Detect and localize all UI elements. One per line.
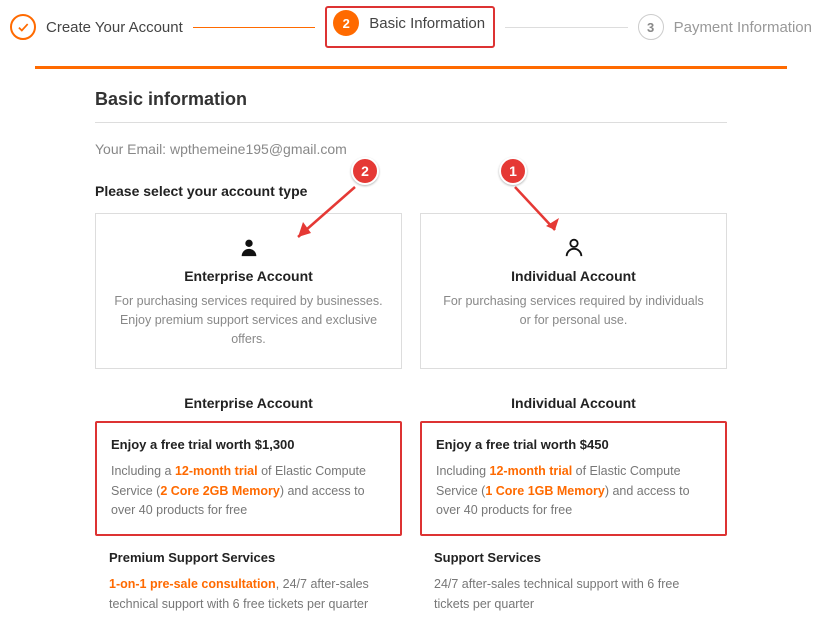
divider bbox=[95, 122, 727, 123]
wizard-connector bbox=[193, 27, 315, 28]
individual-trial-title: Enjoy a free trial worth $450 bbox=[436, 437, 711, 452]
annotation-badge-1: 1 bbox=[499, 157, 527, 185]
individual-card-desc: For purchasing services required by indi… bbox=[439, 292, 708, 330]
email-value: wpthemeine195@gmail.com bbox=[170, 141, 347, 157]
compare-enterprise-col: Enterprise Account Enjoy a free trial wo… bbox=[95, 395, 402, 628]
enterprise-card-desc: For purchasing services required by busi… bbox=[114, 292, 383, 348]
account-type-prompt: Please select your account type bbox=[95, 183, 727, 199]
annotation-arrow-2 bbox=[283, 182, 363, 252]
individual-support-desc: 24/7 after-sales technical support with … bbox=[434, 575, 713, 614]
compare-individual-col: Individual Account Enjoy a free trial wo… bbox=[420, 395, 727, 628]
check-icon bbox=[10, 14, 36, 40]
enterprise-trial-block: Enjoy a free trial worth $1,300 Includin… bbox=[95, 421, 402, 536]
wizard-step-2-number: 2 bbox=[333, 10, 359, 36]
individual-account-card[interactable]: Individual Account For purchasing servic… bbox=[420, 213, 727, 369]
email-row: Your Email: wpthemeine195@gmail.com bbox=[95, 141, 727, 157]
email-label: Your Email: bbox=[95, 141, 166, 157]
enterprise-trial-title: Enjoy a free trial worth $1,300 bbox=[111, 437, 386, 452]
plan-compare: Enterprise Account Enjoy a free trial wo… bbox=[95, 395, 727, 628]
enterprise-support-desc: 1-on-1 pre-sale consultation, 24/7 after… bbox=[109, 575, 388, 614]
enterprise-support-title: Premium Support Services bbox=[109, 550, 388, 565]
wizard-step-3: 3 Payment Information bbox=[638, 14, 812, 40]
wizard-step-3-label: Payment Information bbox=[674, 19, 812, 36]
enterprise-trial-desc: Including a 12-month trial of Elastic Co… bbox=[111, 462, 386, 520]
wizard-step-2-label: Basic Information bbox=[369, 15, 485, 32]
individual-support-title: Support Services bbox=[434, 550, 713, 565]
enterprise-support-block: Premium Support Services 1-on-1 pre-sale… bbox=[95, 536, 402, 628]
wizard-step-1-label: Create Your Account bbox=[46, 19, 183, 36]
compare-enterprise-head: Enterprise Account bbox=[95, 395, 402, 411]
individual-trial-block: Enjoy a free trial worth $450 Including … bbox=[420, 421, 727, 536]
wizard-steps: Create Your Account 2 Basic Information … bbox=[0, 0, 822, 66]
wizard-step-3-number: 3 bbox=[638, 14, 664, 40]
individual-support-block: Support Services 24/7 after-sales techni… bbox=[420, 536, 727, 628]
annotation-badge-2: 2 bbox=[351, 157, 379, 185]
wizard-connector bbox=[505, 27, 627, 28]
annotation-arrow-1 bbox=[510, 182, 570, 242]
wizard-step-2: 2 Basic Information bbox=[325, 6, 495, 48]
individual-trial-desc: Including 12-month trial of Elastic Comp… bbox=[436, 462, 711, 520]
person-filled-icon bbox=[238, 236, 260, 258]
individual-card-title: Individual Account bbox=[439, 268, 708, 284]
account-type-cards: Enterprise Account For purchasing servic… bbox=[95, 213, 727, 369]
section-title: Basic information bbox=[95, 89, 727, 110]
compare-individual-head: Individual Account bbox=[420, 395, 727, 411]
enterprise-card-title: Enterprise Account bbox=[114, 268, 383, 284]
wizard-step-1: Create Your Account bbox=[10, 14, 183, 40]
